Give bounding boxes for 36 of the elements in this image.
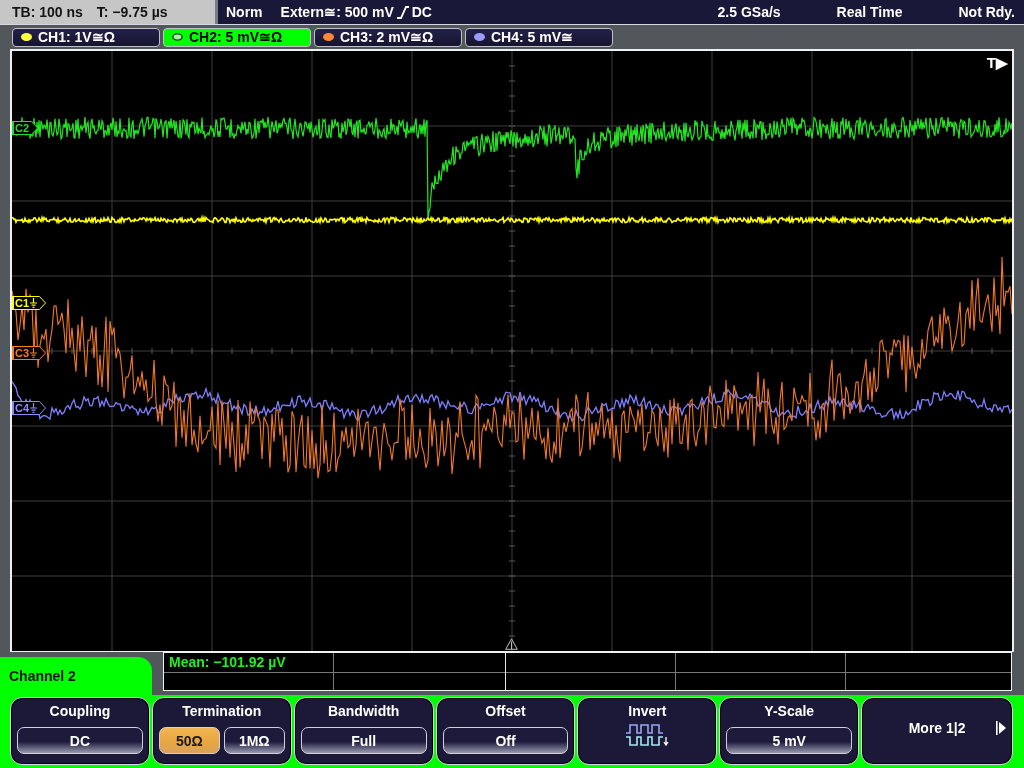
option-button[interactable]: 50Ω	[158, 727, 220, 754]
acquisition-mode-label: Real Time	[836, 4, 903, 20]
softkey-button[interactable]: Offset Off	[435, 697, 576, 765]
next-page-icon	[996, 721, 1006, 735]
invert-wave-icon	[625, 724, 670, 747]
channel-tab[interactable]: CH1: 1V≅Ω	[12, 27, 160, 47]
acquisition-state-label: Not Rdy.	[958, 4, 1015, 20]
menu-title-panel: Channel 2	[0, 657, 152, 695]
trigger-time-readout: T: −9.75 µs	[96, 4, 168, 20]
sample-rate-label: 2.5 GSa/s	[717, 4, 781, 20]
trigger-position-icon	[505, 638, 518, 650]
value-button[interactable]: 5 mV	[726, 727, 853, 754]
timebase-readout: TB: 100 ns	[12, 4, 83, 20]
softkey-button[interactable]: Invert	[577, 697, 718, 765]
value-button[interactable]: DC	[17, 727, 143, 754]
channel-tab[interactable]: CH2: 5 mV≅Ω	[163, 27, 311, 47]
value-button[interactable]: Full	[300, 727, 427, 754]
channel-tab[interactable]: CH4: 5 mV≅	[465, 27, 613, 47]
value-button[interactable]: Off	[442, 727, 569, 754]
softkey-button[interactable]: Bandwidth Full	[293, 697, 434, 765]
rising-edge-icon	[396, 5, 409, 19]
option-button[interactable]: 1MΩ	[223, 727, 285, 754]
trigger-coupling-label: DC	[411, 4, 432, 20]
channel-marker[interactable]: C4	[12, 401, 46, 415]
softkey-button[interactable]: Y-Scale 5 mV	[719, 697, 860, 765]
more-softkey-button[interactable]: More 1|2	[861, 697, 1013, 765]
channel-marker[interactable]: C1	[12, 296, 46, 310]
measurement-readout: Mean: −101.92 µV	[169, 654, 286, 671]
channel-marker[interactable]: C2	[12, 121, 38, 135]
trigger-source-label: Extern≅: 500 mV	[280, 4, 394, 20]
trigger-label: T▶	[986, 54, 1008, 72]
softkey-button[interactable]: Termination 50Ω 1MΩ	[151, 697, 292, 765]
trigger-mode-label: Norm	[226, 4, 263, 20]
channel-tab[interactable]: CH3: 2 mV≅Ω	[314, 27, 462, 47]
softkey-button[interactable]: Coupling DC	[10, 697, 150, 765]
channel-marker[interactable]: C3	[12, 346, 46, 360]
